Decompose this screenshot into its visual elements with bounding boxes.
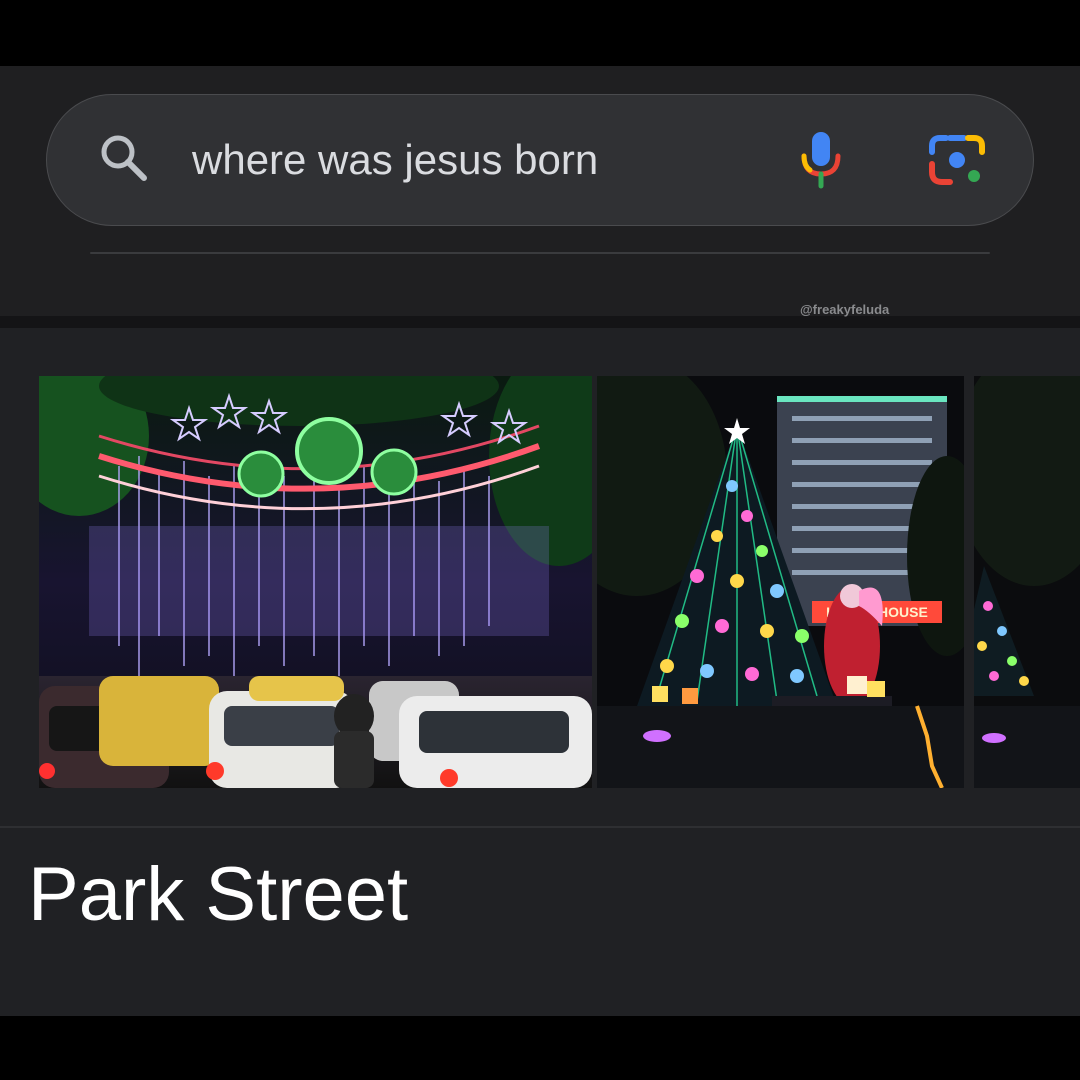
image-park-street-lights[interactable] <box>39 376 592 788</box>
result-divider <box>0 826 1080 828</box>
image-christmas-tree-partial[interactable] <box>974 376 1080 788</box>
google-lens-icon[interactable] <box>928 132 986 188</box>
watermark-text: @freakyfeluda <box>800 302 890 317</box>
microphone-icon[interactable] <box>798 130 844 190</box>
search-icon[interactable] <box>98 132 150 184</box>
search-input[interactable]: where was jesus born <box>192 136 598 184</box>
section-divider <box>0 316 1080 328</box>
image-christmas-tree[interactable]: HAPPY HOUSE <box>597 376 964 788</box>
answer-title[interactable]: Park Street <box>28 850 408 940</box>
results-panel: HAPPY HOUSE <box>0 328 1080 1016</box>
google-search-screen: where was jesus born @freakyfeluda HOUSE… <box>0 66 1080 1016</box>
search-header: where was jesus born <box>0 66 1080 328</box>
screenshot-frame: where was jesus born @freakyfeluda HOUSE… <box>0 0 1080 1080</box>
suggestion-divider <box>90 252 990 254</box>
